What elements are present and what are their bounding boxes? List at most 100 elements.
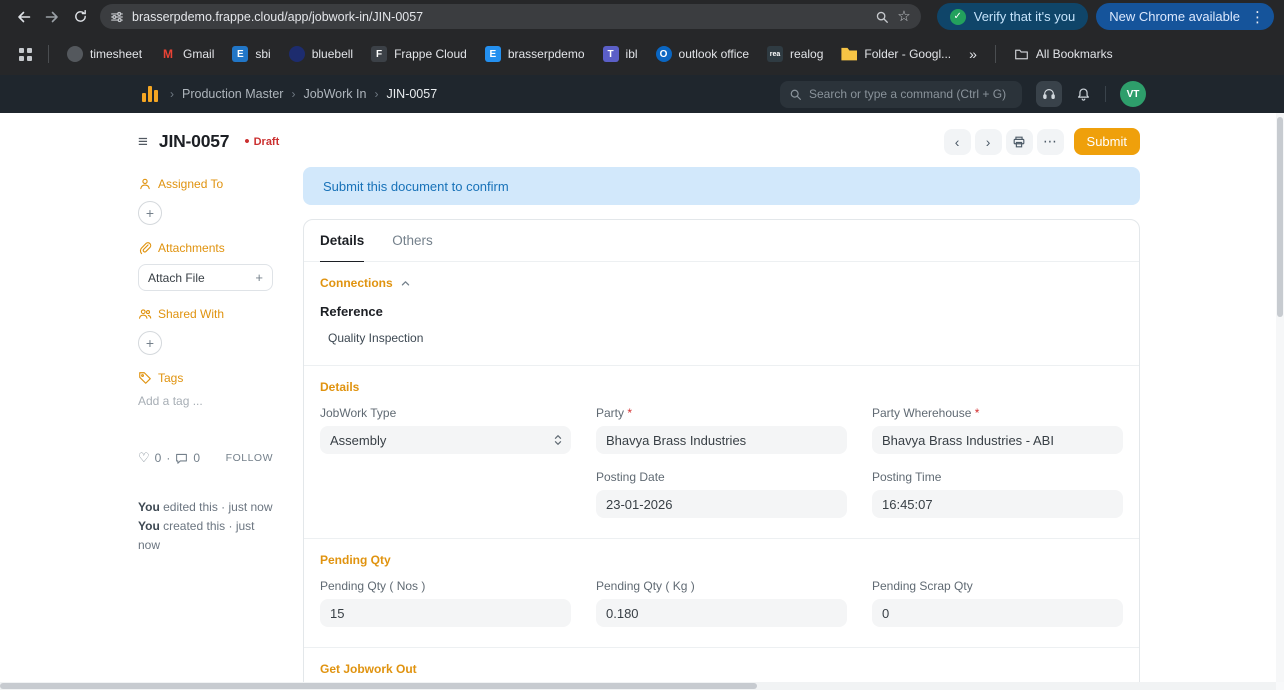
breadcrumb-current-doc[interactable]: JIN-0057 [386,87,437,101]
pending-scrap-input[interactable] [872,599,1123,627]
add-assignment-button[interactable]: + [138,201,162,225]
submit-button[interactable]: Submit [1074,128,1140,155]
horizontal-scrollbar-thumb[interactable] [0,683,757,689]
bookmark-ibl[interactable]: T ibl [595,40,646,68]
jobwork-type-select[interactable]: Assembly [320,426,571,454]
assigned-to-label[interactable]: Assigned To [138,177,273,191]
attach-file-button[interactable]: Attach File + [138,264,273,291]
bookmark-star-icon[interactable]: ☆ [897,9,910,24]
browser-menu-icon[interactable]: ⋮ [1248,8,1267,26]
bookmark-brasserpdemo[interactable]: E brasserpdemo [477,40,593,68]
page-header: ≡ JIN-0057 • Draft ‹ › ⋯ Submit [0,113,1284,161]
all-bookmarks-button[interactable]: All Bookmarks [1006,40,1121,68]
sbi-favicon: E [232,46,248,62]
activity-item: You edited this · just now [138,498,273,517]
submit-info-banner: Submit this document to confirm [303,167,1140,205]
tab-details[interactable]: Details [320,220,364,262]
apps-grid-icon[interactable] [12,41,38,67]
bookmark-sbi[interactable]: E sbi [224,40,278,68]
select-stepper-icon [553,434,563,446]
pending-scrap-label: Pending Scrap Qty [872,579,1123,593]
breadcrumb-jobwork-in[interactable]: JobWork In [303,87,366,101]
app-logo-icon[interactable] [142,86,158,102]
headset-icon [1042,87,1056,101]
like-heart-icon[interactable]: ♡ [138,450,150,466]
bookmark-gmail[interactable]: M Gmail [152,40,222,68]
vertical-scrollbar[interactable] [1276,113,1284,682]
find-in-page-icon[interactable] [875,10,889,24]
site-settings-icon[interactable] [110,10,124,24]
printer-icon [1012,135,1026,149]
bluebell-favicon [289,46,305,62]
attachments-label[interactable]: Attachments [138,241,273,255]
dot-separator: · [166,451,170,465]
chevron-up-icon [400,278,411,289]
next-document-button[interactable]: › [975,129,1002,155]
add-share-button[interactable]: + [138,331,162,355]
field-jobwork-type: JobWork Type Assembly [320,406,571,454]
connections-section-toggle[interactable]: Connections [320,276,1123,290]
browser-forward-icon[interactable] [38,3,66,31]
social-row: ♡ 0 · 0 FOLLOW [138,450,273,466]
bookmark-outlook-office[interactable]: O outlook office [648,40,758,68]
vertical-scrollbar-thumb[interactable] [1277,117,1283,317]
browser-reload-icon[interactable] [66,3,94,31]
user-avatar[interactable]: VT [1120,81,1146,107]
posting-date-input[interactable] [596,490,847,518]
url-text: brasserpdemo.frappe.cloud/app/jobwork-in… [132,10,867,24]
bookmark-frappe-cloud[interactable]: F Frappe Cloud [363,40,475,68]
party-label: Party * [596,406,847,420]
activity-feed: You edited this · just now You created t… [138,498,273,555]
help-button[interactable] [1036,81,1062,107]
verify-identity-chip[interactable]: ✓ Verify that it's you [937,3,1088,30]
prev-document-button[interactable]: ‹ [944,129,971,155]
form-main: Submit this document to confirm Details … [303,161,1140,690]
posting-time-input[interactable] [872,490,1123,518]
tab-others[interactable]: Others [392,220,433,262]
chrome-update-chip[interactable]: New Chrome available ⋮ [1096,3,1274,30]
global-search[interactable] [780,81,1022,108]
pending-nos-input[interactable] [320,599,571,627]
divider [48,45,49,63]
field-pending-scrap: Pending Scrap Qty [872,579,1123,627]
required-asterisk: * [971,406,979,420]
bookmarks-overflow-icon[interactable]: » [961,46,985,62]
realog-favicon: rea [767,46,783,62]
add-tag-input[interactable]: Add a tag ... [138,394,273,408]
bookmark-google-folder[interactable]: Folder - Googl... [833,40,959,68]
pending-nos-label: Pending Qty ( Nos ) [320,579,571,593]
folder-favicon [841,46,857,62]
required-asterisk: * [624,406,632,420]
follow-button[interactable]: FOLLOW [226,452,273,464]
quality-inspection-link[interactable]: Quality Inspection [328,331,423,345]
print-button[interactable] [1006,129,1033,155]
verify-chip-label: Verify that it's you [974,9,1075,24]
document-sidebar: Assigned To + Attachments Attach File + … [138,161,273,555]
bookmark-timesheet[interactable]: timesheet [59,40,150,68]
breadcrumb-production-master[interactable]: Production Master [182,87,283,101]
comments-icon[interactable] [175,452,188,465]
scrollbar-corner [1276,682,1284,690]
shared-with-label[interactable]: Shared With [138,307,273,321]
address-bar[interactable]: brasserpdemo.frappe.cloud/app/jobwork-in… [100,4,921,29]
sidebar-toggle-icon[interactable]: ≡ [138,133,148,150]
pending-kg-input[interactable] [596,599,847,627]
browser-back-icon[interactable] [10,3,38,31]
horizontal-scrollbar[interactable] [0,682,1284,690]
get-jobwork-out-heading: Get Jobwork Out [320,662,1123,676]
field-party: Party * [596,406,847,454]
bookmark-realog[interactable]: rea realog [759,40,831,68]
party-input[interactable] [596,426,847,454]
app-navbar: › Production Master › JobWork In › JIN-0… [0,75,1284,113]
global-search-input[interactable] [809,87,1013,101]
timesheet-favicon [67,46,83,62]
field-posting-time: Posting Time [872,470,1123,518]
notifications-bell-icon[interactable] [1076,87,1091,102]
details-section: Details JobWork Type Assembly Party * [304,365,1139,538]
bookmark-bluebell[interactable]: bluebell [281,40,361,68]
more-menu-button[interactable]: ⋯ [1037,129,1064,155]
party-warehouse-input[interactable] [872,426,1123,454]
tags-label[interactable]: Tags [138,371,273,385]
jobwork-type-label: JobWork Type [320,406,571,420]
browser-toolbar: brasserpdemo.frappe.cloud/app/jobwork-in… [0,0,1284,33]
